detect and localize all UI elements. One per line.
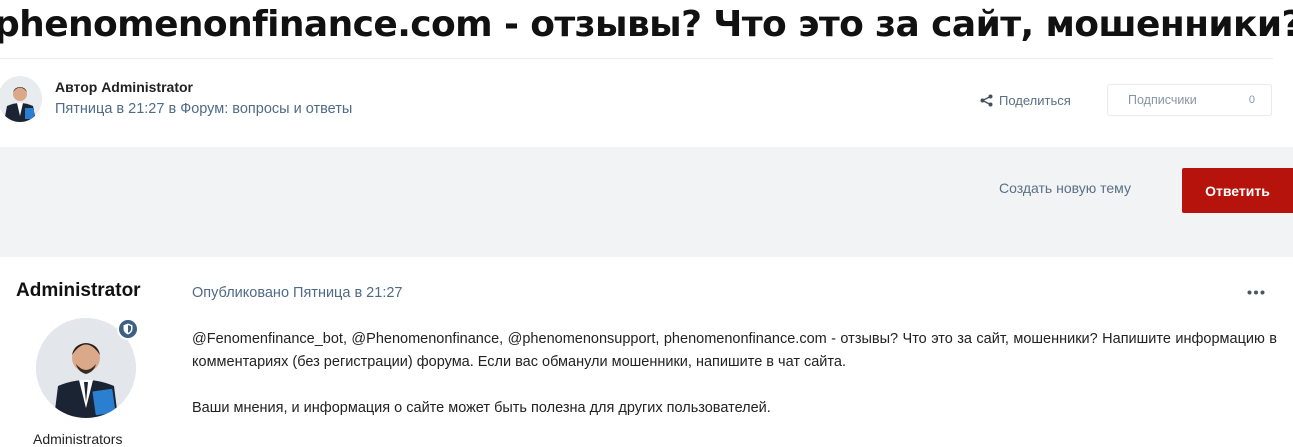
moderator-shield-icon	[123, 323, 133, 335]
page-title: phenomenonfinance.com - отзывы? Что это …	[0, 4, 1293, 45]
post-author-group: Administrators	[33, 431, 123, 447]
author-avatar[interactable]	[0, 76, 42, 122]
share-label: Поделиться	[999, 92, 1071, 108]
followers-count: 0	[1248, 94, 1255, 106]
topic-action-bar	[0, 147, 1293, 257]
new-topic-button[interactable]: Создать новую тему	[999, 180, 1131, 196]
share-button[interactable]: Поделиться	[980, 88, 1071, 112]
post-date[interactable]: Опубликовано Пятница в 21:27	[192, 285, 402, 301]
title-divider	[0, 58, 1273, 59]
more-options-icon	[1247, 290, 1265, 294]
person-icon	[0, 76, 42, 122]
post-paragraph: Ваши мнения, и информация о сайте может …	[192, 400, 771, 416]
post-paragraph: @Fenomenfinance_bot, @Phenomenonfinance,…	[192, 331, 1277, 370]
follow-button[interactable]: Подписчики 0	[1107, 84, 1272, 116]
author-line[interactable]: Автор Administrator	[55, 79, 193, 95]
more-options-button[interactable]	[1244, 283, 1268, 301]
moderator-badge	[117, 318, 139, 340]
topic-meta: Пятница в 21:27 в Форум: вопросы и ответ…	[55, 101, 353, 117]
post-author-name[interactable]: Administrator	[16, 280, 141, 302]
share-icon	[980, 94, 993, 106]
followers-label: Подписчики	[1128, 93, 1197, 107]
reply-button[interactable]: Ответить	[1182, 168, 1293, 213]
